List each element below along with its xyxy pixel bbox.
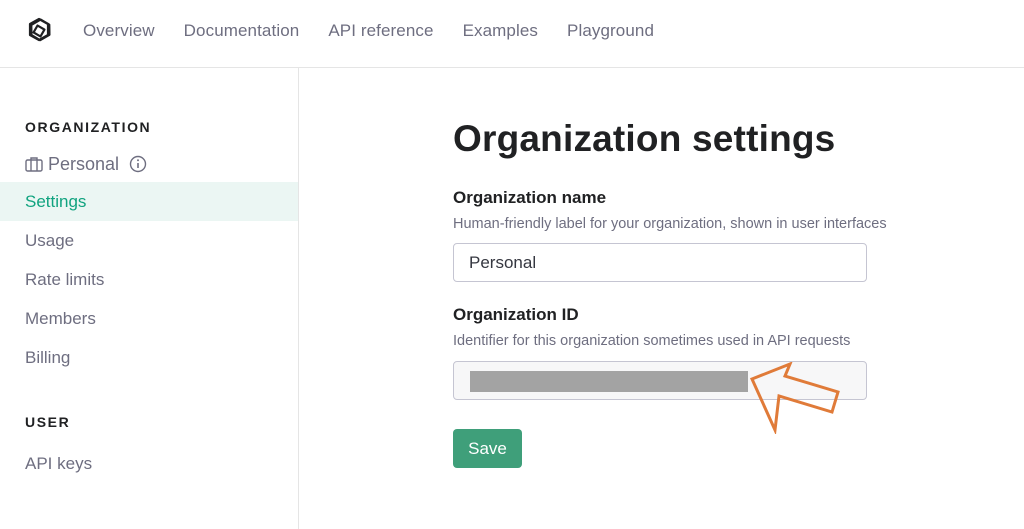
user-heading: USER bbox=[25, 414, 71, 430]
nav-examples[interactable]: Examples bbox=[463, 0, 538, 62]
organization-id-help: Identifier for this organization sometim… bbox=[453, 333, 851, 349]
organization-name-input[interactable] bbox=[453, 243, 867, 282]
openai-logo-icon[interactable] bbox=[24, 16, 54, 46]
nav-documentation[interactable]: Documentation bbox=[184, 0, 300, 62]
sidebar: ORGANIZATION Personal Settings Usage Rat… bbox=[0, 68, 299, 529]
settings-panel: Organization settings Organization name … bbox=[300, 68, 1024, 529]
sidebar-item-api-keys[interactable]: API keys bbox=[0, 444, 298, 483]
organization-switcher[interactable]: Personal bbox=[25, 152, 147, 176]
sidebar-item-settings[interactable]: Settings bbox=[0, 182, 298, 221]
arrow-annotation-icon bbox=[749, 362, 840, 434]
organization-name: Personal bbox=[48, 153, 120, 174]
organization-id-label: Organization ID bbox=[453, 305, 579, 324]
briefcase-icon bbox=[25, 157, 43, 172]
main-nav: Overview Documentation API reference Exa… bbox=[83, 0, 683, 62]
sidebar-item-rate-limits[interactable]: Rate limits bbox=[0, 260, 298, 299]
organization-name-help: Human-friendly label for your organizati… bbox=[453, 216, 887, 232]
sidebar-item-billing[interactable]: Billing bbox=[0, 338, 298, 377]
page-title: Organization settings bbox=[453, 118, 836, 159]
save-button[interactable]: Save bbox=[453, 429, 522, 468]
nav-overview[interactable]: Overview bbox=[83, 0, 155, 62]
nav-playground[interactable]: Playground bbox=[567, 0, 654, 62]
nav-api-reference[interactable]: API reference bbox=[328, 0, 433, 62]
organization-heading: ORGANIZATION bbox=[25, 119, 152, 135]
organization-name-label: Organization name bbox=[453, 188, 607, 207]
sidebar-item-usage[interactable]: Usage bbox=[0, 221, 298, 260]
info-icon[interactable] bbox=[129, 155, 147, 173]
redacted-organization-id bbox=[470, 371, 748, 392]
sidebar-item-members[interactable]: Members bbox=[0, 299, 298, 338]
top-navigation-bar: Overview Documentation API reference Exa… bbox=[0, 0, 1024, 68]
